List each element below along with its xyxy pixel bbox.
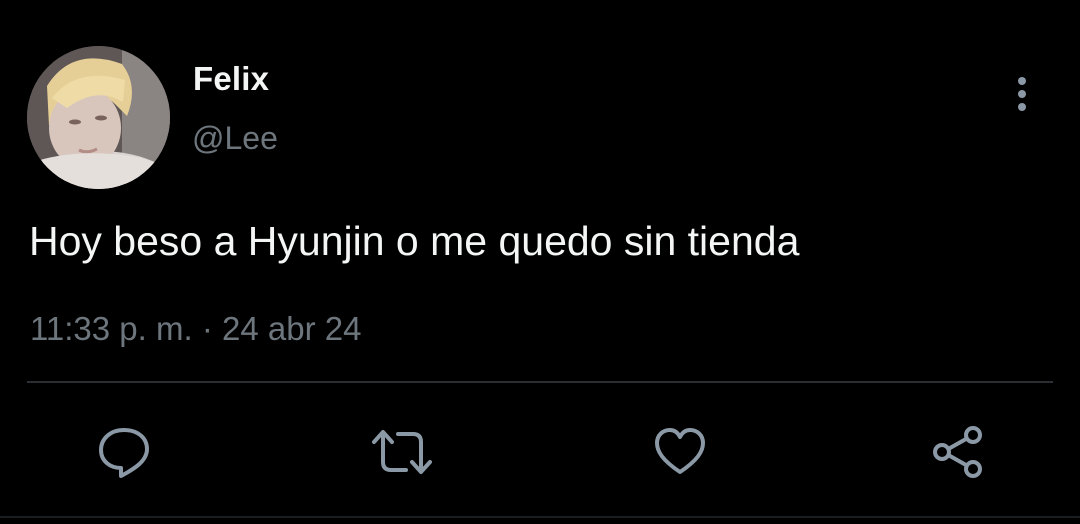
- more-vertical-icon: [1018, 77, 1026, 111]
- avatar[interactable]: [27, 46, 170, 189]
- like-button[interactable]: [648, 420, 712, 484]
- heart-icon: [655, 428, 705, 474]
- tweet-date[interactable]: 24 abr 24: [222, 310, 361, 347]
- author-handle[interactable]: @Lee: [192, 120, 278, 157]
- reply-button[interactable]: [92, 420, 156, 484]
- divider: [27, 381, 1053, 383]
- more-options-button[interactable]: [1005, 72, 1039, 116]
- author-display-name[interactable]: Felix: [193, 60, 269, 98]
- share-button[interactable]: [926, 420, 990, 484]
- tweet-time[interactable]: 11:33 p. m.: [30, 310, 193, 347]
- meta-separator: ·: [201, 310, 213, 347]
- avatar-image: [27, 46, 170, 189]
- bottom-divider: [0, 516, 1080, 518]
- retweet-button[interactable]: [370, 420, 434, 484]
- tweet-card: Felix @Lee Hoy beso a Hyunjin o me quedo…: [0, 0, 1080, 524]
- tweet-text: Hoy beso a Hyunjin o me quedo sin tienda: [29, 218, 800, 264]
- comment-icon: [99, 428, 149, 478]
- tweet-meta: 11:33 p. m. · 24 abr 24: [30, 310, 361, 348]
- retweet-icon: [372, 430, 432, 474]
- share-icon: [933, 426, 982, 478]
